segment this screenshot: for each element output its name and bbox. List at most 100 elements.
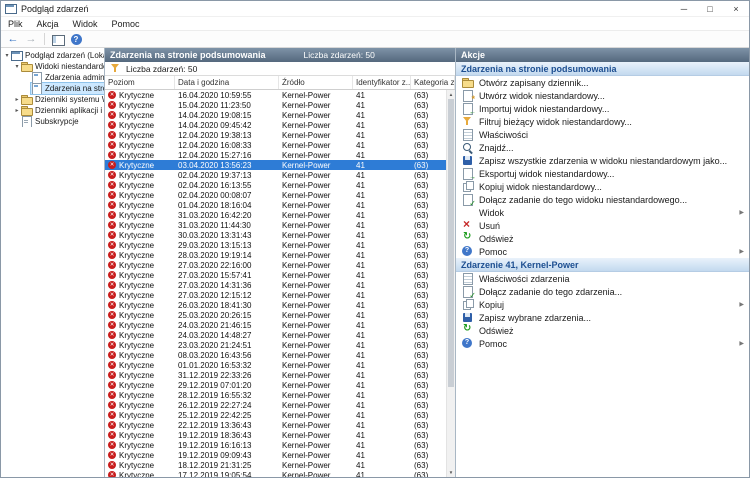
tree-item-zdarzenia-na-stronie-pod[interactable]: Zdarzenia na stronie pod	[1, 83, 104, 94]
action-zapisz-wszystkie-zdarzenia-w-widoku-niestandardowym-jako[interactable]: Zapisz wszystkie zdarzenia w widoku nies…	[456, 154, 749, 167]
event-row[interactable]: ✕Krytyczne 24.03.2020 21:46:15 Kernel-Po…	[105, 320, 446, 330]
event-row[interactable]: ✕Krytyczne 02.04.2020 00:08:07 Kernel-Po…	[105, 190, 446, 200]
help-icon[interactable]	[69, 33, 83, 46]
tree-item-zdarzenia-administracyjne[interactable]: Zdarzenia administracyjne	[1, 72, 104, 83]
event-row[interactable]: ✕Krytyczne 29.12.2019 07:01:20 Kernel-Po…	[105, 380, 446, 390]
menu-plik[interactable]: Plik	[1, 19, 30, 29]
event-row[interactable]: ✕Krytyczne 16.04.2020 10:59:55 Kernel-Po…	[105, 90, 446, 100]
column-header-r-d-o[interactable]: Źródło	[279, 76, 353, 89]
tree-item-subskrypcje[interactable]: Subskrypcje	[1, 116, 104, 127]
column-header-kategoria-zada[interactable]: Kategoria zada...	[411, 76, 455, 89]
back-icon[interactable]: ←	[6, 33, 20, 46]
expander-icon[interactable]: ▸	[13, 96, 21, 103]
scroll-down-icon[interactable]: ▼	[447, 468, 455, 477]
vertical-scrollbar[interactable]: ▲ ▼	[446, 90, 455, 477]
maximize-button[interactable]: □	[697, 1, 723, 16]
event-row[interactable]: ✕Krytyczne 03.04.2020 13:56:23 Kernel-Po…	[105, 160, 446, 170]
event-date-cell: 27.03.2020 22:16:00	[175, 260, 279, 270]
event-row[interactable]: ✕Krytyczne 01.04.2020 18:16:04 Kernel-Po…	[105, 200, 446, 210]
event-row[interactable]: ✕Krytyczne 25.03.2020 20:26:15 Kernel-Po…	[105, 310, 446, 320]
event-row[interactable]: ✕Krytyczne 01.01.2020 16:53:32 Kernel-Po…	[105, 360, 446, 370]
event-row[interactable]: ✕Krytyczne 30.03.2020 13:31:43 Kernel-Po…	[105, 230, 446, 240]
event-row[interactable]: ✕Krytyczne 15.04.2020 11:23:50 Kernel-Po…	[105, 100, 446, 110]
event-row[interactable]: ✕Krytyczne 02.04.2020 19:37:13 Kernel-Po…	[105, 170, 446, 180]
event-row[interactable]: ✕Krytyczne 19.12.2019 18:36:43 Kernel-Po…	[105, 430, 446, 440]
action-znajd[interactable]: Znajdź...	[456, 141, 749, 154]
create-view-icon	[462, 90, 474, 101]
event-source-cell: Kernel-Power	[279, 120, 353, 130]
event-row[interactable]: ✕Krytyczne 26.03.2020 18:41:30 Kernel-Po…	[105, 300, 446, 310]
event-row[interactable]: ✕Krytyczne 29.03.2020 13:15:13 Kernel-Po…	[105, 240, 446, 250]
column-header-poziom[interactable]: Poziom	[105, 76, 175, 89]
action-pomoc[interactable]: Pomoc ▶	[456, 337, 749, 350]
action-do-cz-zadanie-do-tego-widoku-niestandardowego[interactable]: Dołącz zadanie do tego widoku niestandar…	[456, 193, 749, 206]
menu-pomoc[interactable]: Pomoc	[105, 19, 147, 29]
column-header-data-i-godzina[interactable]: Data i godzina	[175, 76, 279, 89]
event-row[interactable]: ✕Krytyczne 14.04.2020 09:45:42 Kernel-Po…	[105, 120, 446, 130]
event-row[interactable]: ✕Krytyczne 31.03.2020 11:44:30 Kernel-Po…	[105, 220, 446, 230]
event-row[interactable]: ✕Krytyczne 23.03.2020 21:24:51 Kernel-Po…	[105, 340, 446, 350]
event-row[interactable]: ✕Krytyczne 27.03.2020 12:15:12 Kernel-Po…	[105, 290, 446, 300]
event-row[interactable]: ✕Krytyczne 18.12.2019 21:31:25 Kernel-Po…	[105, 460, 446, 470]
menu-akcja[interactable]: Akcja	[30, 19, 66, 29]
close-button[interactable]: ×	[723, 1, 749, 16]
event-row[interactable]: ✕Krytyczne 27.03.2020 14:31:36 Kernel-Po…	[105, 280, 446, 290]
action-zapisz-wybrane-zdarzenia[interactable]: Zapisz wybrane zdarzenia...	[456, 311, 749, 324]
event-row[interactable]: ✕Krytyczne 12.04.2020 19:38:13 Kernel-Po…	[105, 130, 446, 140]
action-do-cz-zadanie-do-tego-zdarzenia[interactable]: Dołącz zadanie do tego zdarzenia...	[456, 285, 749, 298]
action-otw-rz-zapisany-dziennik[interactable]: Otwórz zapisany dziennik...	[456, 76, 749, 89]
action-importuj-widok-niestandardowy[interactable]: Importuj widok niestandardowy...	[456, 102, 749, 115]
scrollbar-track[interactable]	[447, 99, 455, 468]
event-row[interactable]: ✕Krytyczne 02.04.2020 16:13:55 Kernel-Po…	[105, 180, 446, 190]
actions-section-zdarzenie-41-kernel-power[interactable]: Zdarzenie 41, Kernel-Power	[456, 258, 749, 272]
action-kopiuj-widok-niestandardowy[interactable]: Kopiuj widok niestandardowy...	[456, 180, 749, 193]
event-row[interactable]: ✕Krytyczne 31.12.2019 22:33:26 Kernel-Po…	[105, 370, 446, 380]
event-row[interactable]: ✕Krytyczne 14.04.2020 19:08:15 Kernel-Po…	[105, 110, 446, 120]
scroll-up-icon[interactable]: ▲	[447, 90, 455, 99]
scrollbar-thumb[interactable]	[448, 99, 454, 387]
event-row[interactable]: ✕Krytyczne 25.12.2019 22:42:25 Kernel-Po…	[105, 410, 446, 420]
properties-icon	[462, 273, 474, 284]
event-row[interactable]: ✕Krytyczne 19.12.2019 09:09:43 Kernel-Po…	[105, 450, 446, 460]
critical-icon: ✕	[108, 321, 116, 329]
tree-item-dzienniki-systemu-windows[interactable]: ▸ Dzienniki systemu Windows	[1, 94, 104, 105]
forward-icon[interactable]: →	[24, 33, 38, 46]
action-widok[interactable]: Widok ▶	[456, 206, 749, 219]
action-pomoc[interactable]: Pomoc ▶	[456, 245, 749, 258]
column-header-identyfikator-z[interactable]: Identyfikator z...	[353, 76, 411, 89]
actions-section-zdarzenia-na-stronie-podsumowania[interactable]: Zdarzenia na stronie podsumowania	[456, 62, 749, 76]
expander-icon[interactable]: ▾	[3, 52, 11, 59]
event-row[interactable]: ✕Krytyczne 26.12.2019 22:27:24 Kernel-Po…	[105, 400, 446, 410]
event-row[interactable]: ✕Krytyczne 12.04.2020 15:27:16 Kernel-Po…	[105, 150, 446, 160]
minimize-button[interactable]: ─	[671, 1, 697, 16]
event-row[interactable]: ✕Krytyczne 08.03.2020 16:43:56 Kernel-Po…	[105, 350, 446, 360]
tree-item-widoki-niestandardowe[interactable]: ▾ Widoki niestandardowe	[1, 61, 104, 72]
expander-icon[interactable]: ▸	[13, 107, 21, 114]
event-level-cell: ✕Krytyczne	[105, 100, 175, 110]
action-usu[interactable]: Usuń	[456, 219, 749, 232]
event-row[interactable]: ✕Krytyczne 31.03.2020 16:42:20 Kernel-Po…	[105, 210, 446, 220]
action-od-wie[interactable]: Odśwież	[456, 324, 749, 337]
action-utw-rz-widok-niestandardowy[interactable]: Utwórz widok niestandardowy...	[456, 89, 749, 102]
action-filtruj-bie-cy-widok-niestandardowy[interactable]: Filtruj bieżący widok niestandardowy...	[456, 115, 749, 128]
action-eksportuj-widok-niestandardowy[interactable]: Eksportuj widok niestandardowy...	[456, 167, 749, 180]
action-kopiuj[interactable]: Kopiuj ▶	[456, 298, 749, 311]
expander-icon[interactable]: ▾	[13, 63, 21, 70]
event-row[interactable]: ✕Krytyczne 17.12.2019 19:05:54 Kernel-Po…	[105, 470, 446, 477]
event-date-cell: 31.12.2019 22:33:26	[175, 370, 279, 380]
tree-item-dzienniki-aplikacji-i-us-ug[interactable]: ▸ Dzienniki aplikacji i usług	[1, 105, 104, 116]
event-row[interactable]: ✕Krytyczne 28.12.2019 16:55:32 Kernel-Po…	[105, 390, 446, 400]
event-row[interactable]: ✕Krytyczne 27.03.2020 22:16:00 Kernel-Po…	[105, 260, 446, 270]
event-row[interactable]: ✕Krytyczne 27.03.2020 15:57:41 Kernel-Po…	[105, 270, 446, 280]
tree-item-podgl-d-zdarze-lokalny[interactable]: ▾ Podgląd zdarzeń (Lokalny)	[1, 50, 104, 61]
event-row[interactable]: ✕Krytyczne 24.03.2020 14:48:27 Kernel-Po…	[105, 330, 446, 340]
event-row[interactable]: ✕Krytyczne 22.12.2019 13:36:43 Kernel-Po…	[105, 420, 446, 430]
action-w-a-ciwo-ci-zdarzenia[interactable]: Właściwości zdarzenia	[456, 272, 749, 285]
menu-widok[interactable]: Widok	[66, 19, 105, 29]
event-row[interactable]: ✕Krytyczne 19.12.2019 16:16:13 Kernel-Po…	[105, 440, 446, 450]
action-od-wie[interactable]: Odśwież	[456, 232, 749, 245]
event-row[interactable]: ✕Krytyczne 12.04.2020 16:08:33 Kernel-Po…	[105, 140, 446, 150]
event-row[interactable]: ✕Krytyczne 28.03.2020 19:19:14 Kernel-Po…	[105, 250, 446, 260]
action-w-a-ciwo-ci[interactable]: Właściwości	[456, 128, 749, 141]
console-tree-icon[interactable]	[51, 33, 65, 46]
